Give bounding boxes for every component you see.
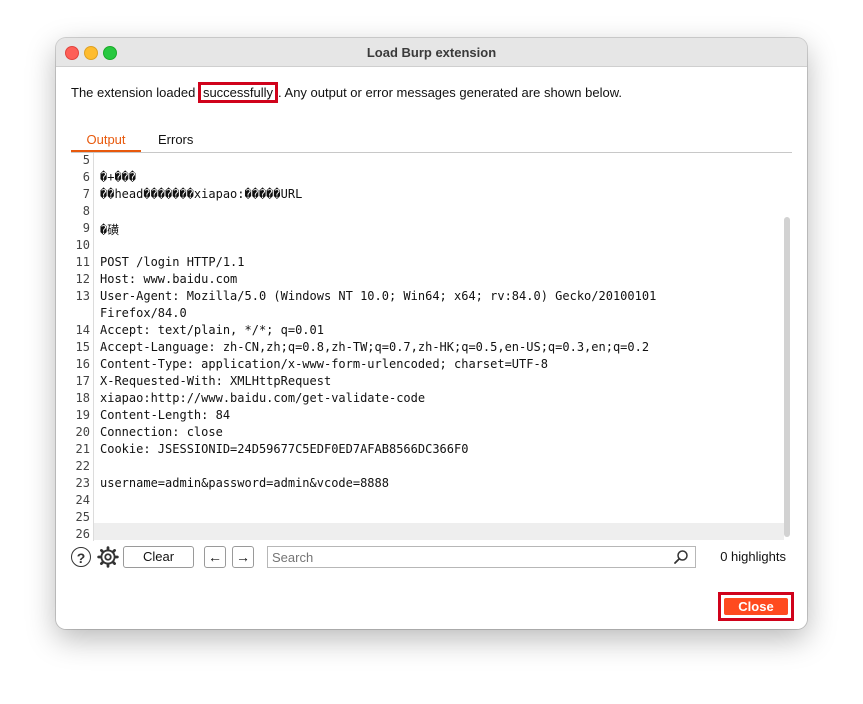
code-line-text: xiapao:http://www.baidu.com/get-validate… — [100, 391, 426, 405]
line-number: 8 — [82, 204, 90, 218]
previous-match-button[interactable]: ← — [204, 546, 226, 568]
line-number: 19 — [75, 408, 90, 422]
code-line-text: Firefox/84.0 — [100, 306, 187, 320]
code-line-text: �磺 — [100, 223, 120, 237]
search-icon[interactable] — [673, 549, 689, 565]
status-message-prefix: The extension loaded — [71, 85, 199, 100]
code-line-text: Accept: text/plain, */*; q=0.01 — [100, 323, 324, 337]
line-number: 26 — [75, 527, 90, 541]
line-number: 13 — [75, 289, 90, 303]
line-number: 10 — [75, 238, 90, 252]
code-line-text: Content-Length: 84 — [100, 408, 231, 422]
current-line-highlight — [94, 523, 784, 540]
line-number: 18 — [75, 391, 90, 405]
dialog-content: The extension loaded successfully. Any o… — [56, 67, 807, 629]
code-line-text: Cookie: JSESSIONID=24D59677C5EDF0ED7AFAB… — [100, 442, 469, 456]
window-title: Load Burp extension — [366, 45, 497, 60]
load-extension-window: Load Burp extension The extension loaded… — [56, 38, 807, 629]
code-area[interactable]: �+��� ��head�������xiapao:�����URL �磺 POST … — [94, 153, 784, 541]
arrow-right-icon: → — [236, 549, 250, 565]
code-line-text: Connection: close — [100, 425, 223, 439]
tab-errors[interactable]: Errors — [158, 132, 193, 147]
close-button-annotation: Close — [718, 592, 794, 621]
tab-output[interactable]: Output — [71, 132, 141, 147]
help-icon: ? — [76, 550, 86, 566]
line-number: 16 — [75, 357, 90, 371]
line-number-gutter: 5 6 7 8 9 10 11 12 13 14 15 16 17 18 19 20 21 22 23 24 25 26 — [71, 153, 94, 541]
code-line-text: ��head�������xiapao:�����URL — [100, 187, 303, 201]
line-number: 21 — [75, 442, 90, 456]
search-input[interactable] — [268, 547, 662, 567]
search-box — [267, 546, 696, 568]
line-number: 7 — [82, 187, 90, 201]
code-line-text: �+��� — [100, 170, 137, 184]
line-number: 25 — [75, 510, 90, 524]
output-editor[interactable]: 5 6 7 8 9 10 11 12 13 14 15 16 17 18 19 20 21 22 23 24 25 26 … — [71, 153, 792, 541]
line-number: 15 — [75, 340, 90, 354]
success-highlight: successfully — [197, 82, 279, 103]
active-tab-indicator — [71, 150, 141, 152]
clear-button[interactable]: Clear — [123, 546, 194, 568]
arrow-left-icon: ← — [208, 549, 222, 565]
code-line-text: Content-Type: application/x-www-form-url… — [100, 357, 548, 371]
code-line-text: Accept-Language: zh-CN,zh;q=0.8,zh-TW;q=… — [100, 340, 650, 354]
code-line-text: X-Requested-With: XMLHttpRequest — [100, 374, 332, 388]
line-number: 6 — [82, 170, 90, 184]
line-number: 11 — [75, 255, 90, 269]
line-number: 20 — [75, 425, 90, 439]
line-number: 17 — [75, 374, 90, 388]
code-line-text: User-Agent: Mozilla/5.0 (Windows NT 10.0… — [100, 289, 657, 303]
vertical-scrollbar[interactable] — [784, 217, 790, 537]
line-number: 23 — [75, 476, 90, 490]
line-number: 9 — [82, 221, 90, 235]
close-button[interactable]: Close — [724, 598, 788, 615]
output-tabs: Output Errors — [71, 130, 792, 153]
code-line-text: Host: www.baidu.com — [100, 272, 238, 286]
line-number: 12 — [75, 272, 90, 286]
status-message-suffix: . Any output or error messages generated… — [278, 85, 622, 100]
code-line-text: username=admin&password=admin&vcode=8888 — [100, 476, 389, 490]
code-line-text: POST /login HTTP/1.1 — [100, 255, 245, 269]
highlight-count: 0 highlights — [720, 549, 786, 564]
titlebar: Load Burp extension — [56, 38, 807, 67]
line-number: 22 — [75, 459, 90, 473]
search-toolbar: ? Clear ← → Search 0 highlights — [71, 546, 792, 570]
line-number: 24 — [75, 493, 90, 507]
next-match-button[interactable]: → — [232, 546, 254, 568]
status-message: The extension loaded successfully. Any o… — [71, 82, 622, 103]
line-number: 14 — [75, 323, 90, 337]
line-number: 5 — [82, 153, 90, 167]
settings-gear-icon[interactable] — [97, 546, 119, 568]
help-button[interactable]: ? — [71, 547, 91, 567]
